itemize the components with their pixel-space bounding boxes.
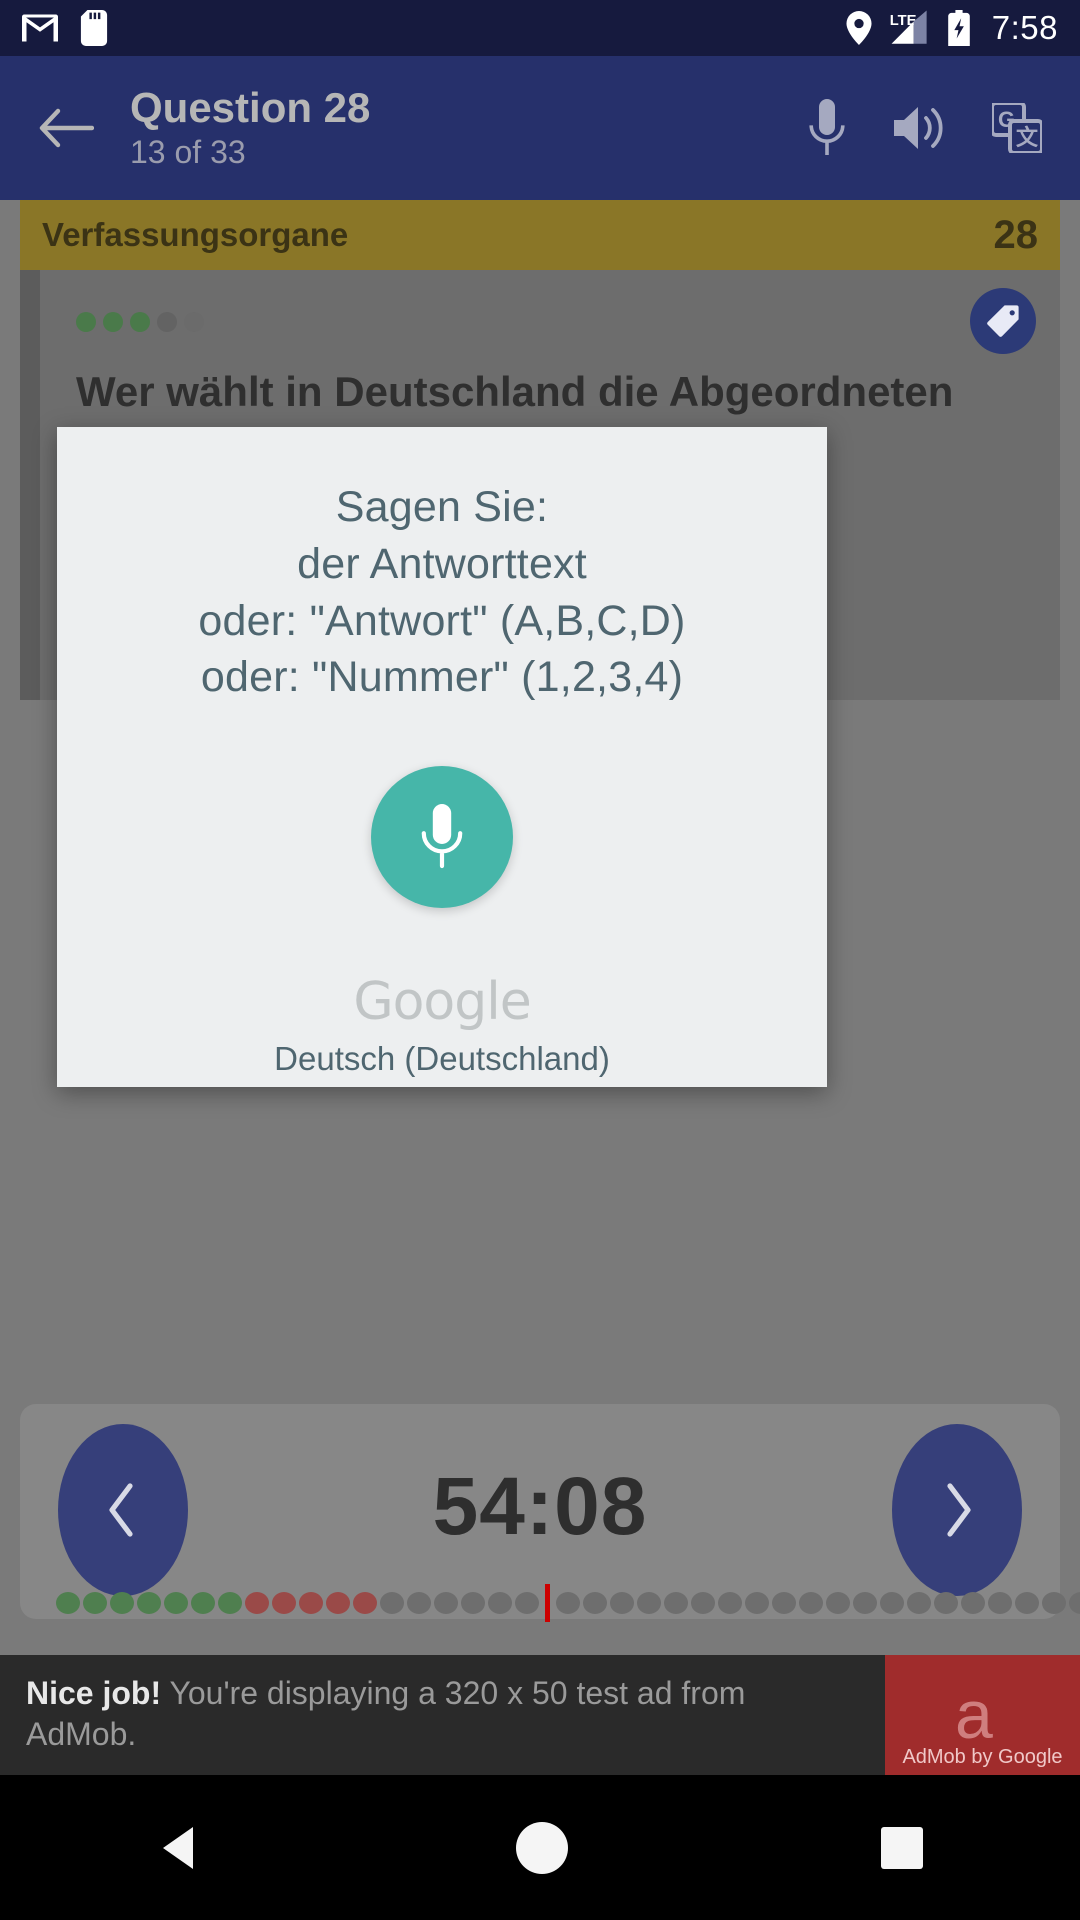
progress-dot[interactable] bbox=[853, 1592, 877, 1614]
nav-back-triangle-icon[interactable] bbox=[155, 1823, 205, 1873]
battery-charging-icon bbox=[947, 10, 970, 46]
microphone-icon[interactable] bbox=[808, 99, 846, 157]
progress-dot[interactable] bbox=[637, 1592, 661, 1614]
dialog-line-3: oder: "Nummer" (1,2,3,4) bbox=[200, 653, 684, 702]
google-translate-icon[interactable]: G 文 bbox=[990, 101, 1044, 155]
previous-question-button[interactable] bbox=[58, 1424, 188, 1596]
progress-dot[interactable] bbox=[407, 1592, 431, 1614]
progress-dot[interactable] bbox=[353, 1592, 377, 1614]
difficulty-dot bbox=[76, 312, 96, 332]
progress-dot[interactable] bbox=[1015, 1592, 1039, 1614]
svg-text:文: 文 bbox=[1016, 125, 1039, 150]
current-position-marker bbox=[545, 1584, 550, 1622]
progress-dot[interactable] bbox=[488, 1592, 512, 1614]
status-bar: LTE 7:58 bbox=[0, 0, 1080, 56]
chevron-right-icon bbox=[940, 1482, 974, 1538]
progress-dot[interactable] bbox=[326, 1592, 350, 1614]
progress-dot[interactable] bbox=[718, 1592, 742, 1614]
dialog-line-1: der Antworttext bbox=[297, 539, 587, 588]
speech-input-dialog: Sagen Sie: der Antworttext oder: "Antwor… bbox=[57, 427, 827, 1087]
progress-dot[interactable] bbox=[556, 1592, 580, 1614]
progress-dot[interactable] bbox=[1069, 1592, 1080, 1614]
voice-input-button[interactable] bbox=[371, 766, 513, 908]
phone-screen: LTE 7:58 Question 28 13 of 33 G 文 Verfas… bbox=[0, 0, 1080, 1920]
progress-dot[interactable] bbox=[191, 1592, 215, 1614]
difficulty-dot bbox=[103, 312, 123, 332]
system-navigation-bar bbox=[0, 1775, 1080, 1920]
app-bar-titles: Question 28 13 of 33 bbox=[130, 84, 370, 171]
progress-dot[interactable] bbox=[610, 1592, 634, 1614]
speaker-icon[interactable] bbox=[894, 105, 944, 151]
ad-headline: Nice job! bbox=[26, 1675, 162, 1711]
progress-dot[interactable] bbox=[56, 1592, 80, 1614]
dialog-line-0: Sagen Sie: bbox=[335, 483, 549, 531]
progress-dot[interactable] bbox=[515, 1592, 539, 1614]
progress-dot[interactable] bbox=[245, 1592, 269, 1614]
progress-dot[interactable] bbox=[799, 1592, 823, 1614]
progress-dot[interactable] bbox=[299, 1592, 323, 1614]
progress-dot[interactable] bbox=[961, 1592, 985, 1614]
progress-dot[interactable] bbox=[772, 1592, 796, 1614]
admob-caption: AdMob by Google bbox=[902, 1746, 1063, 1768]
location-pin-icon bbox=[846, 11, 872, 45]
progress-dot[interactable] bbox=[1042, 1592, 1066, 1614]
ad-banner-text: Nice job! You're displaying a 320 x 50 t… bbox=[0, 1655, 885, 1775]
question-progress-dots[interactable] bbox=[56, 1584, 1080, 1622]
navigation-panel: 54:08 bbox=[20, 1404, 1060, 1619]
progress-dot[interactable] bbox=[137, 1592, 161, 1614]
gmail-icon bbox=[22, 14, 58, 42]
svg-text:a: a bbox=[955, 1680, 993, 1750]
difficulty-dots bbox=[76, 312, 1024, 332]
next-question-button[interactable] bbox=[892, 1424, 1022, 1596]
lte-signal-icon: LTE bbox=[886, 10, 934, 46]
nav-home-circle-icon[interactable] bbox=[514, 1820, 570, 1876]
progress-dot[interactable] bbox=[272, 1592, 296, 1614]
progress-dot[interactable] bbox=[164, 1592, 188, 1614]
progress-dot[interactable] bbox=[110, 1592, 134, 1614]
progress-dot[interactable] bbox=[664, 1592, 688, 1614]
back-button[interactable] bbox=[26, 88, 106, 168]
progress-dot[interactable] bbox=[583, 1592, 607, 1614]
progress-dot[interactable] bbox=[218, 1592, 242, 1614]
tag-button[interactable] bbox=[970, 288, 1036, 354]
difficulty-dot bbox=[130, 312, 150, 332]
progress-dot[interactable] bbox=[880, 1592, 904, 1614]
progress-dot[interactable] bbox=[461, 1592, 485, 1614]
back-arrow-icon bbox=[38, 105, 95, 151]
admob-a-icon: a bbox=[955, 1680, 993, 1750]
nav-recents-square-icon[interactable] bbox=[879, 1825, 925, 1871]
countdown-timer: 54:08 bbox=[432, 1461, 648, 1552]
chevron-left-icon bbox=[106, 1482, 140, 1538]
app-bar: Question 28 13 of 33 G 文 bbox=[0, 56, 1080, 200]
progress-dot[interactable] bbox=[988, 1592, 1012, 1614]
category-title: Verfassungsorgane bbox=[42, 216, 349, 253]
progress-dot[interactable] bbox=[434, 1592, 458, 1614]
progress-dot[interactable] bbox=[934, 1592, 958, 1614]
tag-bookmark-icon bbox=[985, 303, 1021, 339]
sd-card-icon bbox=[80, 10, 108, 46]
status-bar-clock: 7:58 bbox=[991, 9, 1058, 46]
ad-banner[interactable]: Nice job! You're displaying a 320 x 50 t… bbox=[0, 1655, 1080, 1775]
speech-language-label: Deutsch (Deutschland) bbox=[274, 1040, 610, 1077]
progress-dot[interactable] bbox=[826, 1592, 850, 1614]
progress-dot[interactable] bbox=[745, 1592, 769, 1614]
page-subtitle: 13 of 33 bbox=[130, 134, 246, 171]
status-bar-right-icons: LTE 7:58 bbox=[846, 9, 1058, 47]
progress-dot[interactable] bbox=[907, 1592, 931, 1614]
google-brand-label: Google bbox=[353, 972, 531, 1032]
difficulty-dot bbox=[184, 312, 204, 332]
progress-dot[interactable] bbox=[83, 1592, 107, 1614]
progress-dot[interactable] bbox=[691, 1592, 715, 1614]
category-number: 28 bbox=[993, 212, 1039, 257]
page-title: Question 28 bbox=[130, 84, 371, 132]
progress-dot[interactable] bbox=[380, 1592, 404, 1614]
admob-logo[interactable]: a AdMob by Google bbox=[885, 1655, 1080, 1775]
difficulty-dot bbox=[157, 312, 177, 332]
microphone-icon bbox=[419, 804, 465, 870]
status-bar-left-icons bbox=[22, 10, 108, 46]
app-bar-actions: G 文 bbox=[808, 99, 1054, 157]
dialog-line-2: oder: "Antwort" (A,B,C,D) bbox=[198, 596, 686, 645]
category-bar: Verfassungsorgane 28 bbox=[20, 200, 1060, 270]
